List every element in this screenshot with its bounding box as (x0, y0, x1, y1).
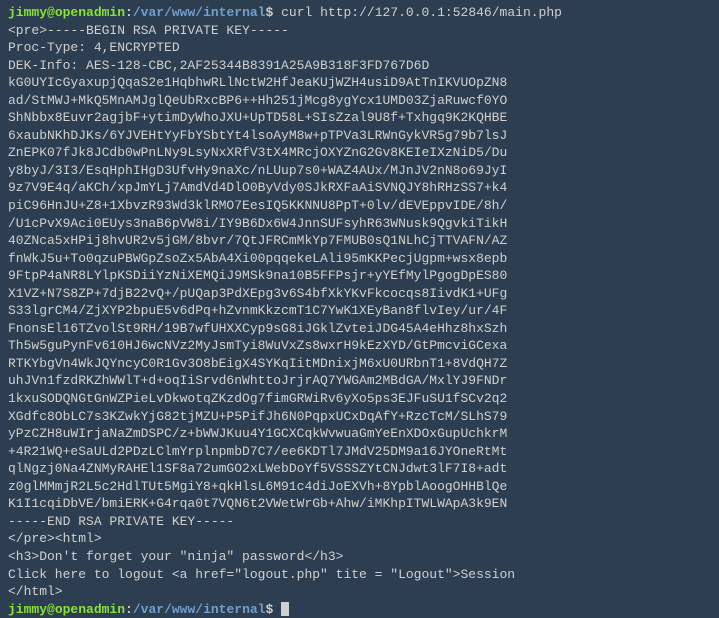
prompt-path: /var/www/internal (133, 5, 266, 20)
output-end-key: -----END RSA PRIVATE KEY----- (8, 513, 711, 531)
prompt-host-2: openadmin (55, 602, 125, 617)
output-logout: Click here to logout <a href="logout.php… (8, 566, 711, 584)
output-pre-open: <pre>-----BEGIN RSA PRIVATE KEY----- (8, 22, 711, 40)
rsa-key-line: uhJVn1fzdRKZhWWlT+d+oqIiSrvd6nWhttoJrjrA… (8, 372, 711, 390)
rsa-key-line: 9FtpP4aNR8LYlpKSDiiYzNiXEMQiJ9MSk9na10B5… (8, 267, 711, 285)
rsa-key-line: qlNgzj0Na4ZNMyRAHEl1SF8a72umGO2xLWebDoYf… (8, 460, 711, 478)
prompt-line-2[interactable]: jimmy@openadmin:/var/www/internal$ (8, 601, 711, 618)
rsa-key-line: yPzCZH8uWIrjaNaZmDSPC/z+bWWJKuu4Y1GCXCqk… (8, 425, 711, 443)
rsa-key-line: +4R21WQ+eSaULd2PDzLClmYrplnpmbD7C7/ee6KD… (8, 443, 711, 461)
prompt-at-2: @ (47, 602, 55, 617)
rsa-key-line: fnWkJ5u+To0qzuPBWGpZsoZx5AbA4Xi00pqqekeL… (8, 250, 711, 268)
prompt-at: @ (47, 5, 55, 20)
cursor (281, 602, 289, 616)
output-h3: <h3>Don't forget your "ninja" password</… (8, 548, 711, 566)
prompt-colon-2: : (125, 602, 133, 617)
rsa-key-line: Th5w5guPynFv610HJ6wcNVz2MyJsmTyi8WuVxZs8… (8, 337, 711, 355)
rsa-key-line: ad/StMWJ+MkQ5MnAMJglQeUbRxcBP6++Hh251jMc… (8, 92, 711, 110)
rsa-key-line: K1I1cqiDbVE/bmiERK+G4rqa0t7VQN6t2VWetWrG… (8, 495, 711, 513)
command-text: curl http://127.0.0.1:52846/main.php (273, 5, 562, 20)
prompt-user-2: jimmy (8, 602, 47, 617)
output-dek-info: DEK-Info: AES-128-CBC,2AF25344B8391A25A9… (8, 57, 711, 75)
rsa-key-block: kG0UYIcGyaxupjQqaS2e1HqbhwRLlNctW2HfJeaK… (8, 74, 711, 513)
prompt-dollar-2: $ (265, 602, 273, 617)
rsa-key-line: 6xaubNKhDJKs/6YJVEHtYyFbYSbtYt4lsoAyM8w+… (8, 127, 711, 145)
rsa-key-line: y8byJ/3I3/EsqHphIHgD3UfvHy9naXc/nLUup7s0… (8, 162, 711, 180)
rsa-key-line: kG0UYIcGyaxupjQqaS2e1HqbhwRLlNctW2HfJeaK… (8, 74, 711, 92)
rsa-key-line: ShNbbx8Euvr2agjbF+ytimDyWhoJXU+UpTD58L+S… (8, 109, 711, 127)
prompt-user: jimmy (8, 5, 47, 20)
output-pre-close: </pre><html> (8, 530, 711, 548)
rsa-key-line: 9z7V9E4q/aKCh/xpJmYLj7AmdVd4DlO0ByVdy0SJ… (8, 179, 711, 197)
rsa-key-line: z0glMMmjR2L5c2HdlTUt5MgiY8+qkHlsL6M91c4d… (8, 478, 711, 496)
output-proc-type: Proc-Type: 4,ENCRYPTED (8, 39, 711, 57)
rsa-key-line: piC96HnJU+Z8+1XbvzR93Wd3klRMO7EesIQ5KKNN… (8, 197, 711, 215)
rsa-key-line: S33lgrCM4/ZjXYP2bpuE5v6dPq+hZvnmKkzcmT1C… (8, 302, 711, 320)
output-html-close: </html> (8, 583, 711, 601)
rsa-key-line: 1kxuSODQNGtGnWZPieLvDkwotqZKzdOg7fimGRWi… (8, 390, 711, 408)
command-text-2 (273, 602, 281, 617)
rsa-key-line: X1VZ+N7S8ZP+7djB22vQ+/pUQap3PdXEpg3v6S4b… (8, 285, 711, 303)
prompt-host: openadmin (55, 5, 125, 20)
prompt-path-2: /var/www/internal (133, 602, 266, 617)
rsa-key-line: 40ZNca5xHPij8hvUR2v5jGM/8bvr/7QtJFRCmMkY… (8, 232, 711, 250)
prompt-colon: : (125, 5, 133, 20)
rsa-key-line: /U1cPvX9Aci0EUys3naB6pVW8i/IY9B6Dx6W4Jnn… (8, 215, 711, 233)
rsa-key-line: XGdfc8ObLC7s3KZwkYjG82tjMZU+P5PifJh6N0Pq… (8, 408, 711, 426)
rsa-key-line: FnonsEl16TZvolSt9RH/19B7wfUHXXCyp9sG8iJG… (8, 320, 711, 338)
rsa-key-line: RTKYbgVn4WkJQYncyC0R1Gv3O8bEigX4SYKqIitM… (8, 355, 711, 373)
prompt-line-1: jimmy@openadmin:/var/www/internal$ curl … (8, 4, 711, 22)
rsa-key-line: ZnEPK07fJk8JCdb0wPnLNy9LsyNxXRfV3tX4MRcj… (8, 144, 711, 162)
